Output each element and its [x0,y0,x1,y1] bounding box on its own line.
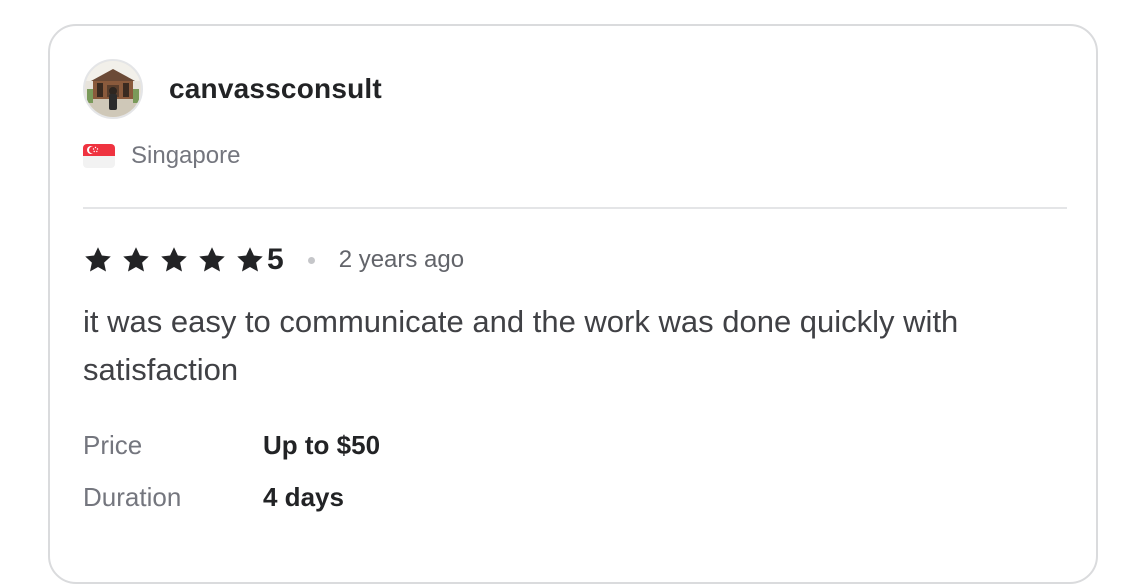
star-icon [237,247,263,272]
rating-row: 5 2 years ago [83,240,464,280]
reviewer-username[interactable]: canvassconsult [169,73,382,105]
price-label: Price [83,430,143,460]
rating-value: 5 [267,243,284,276]
duration-row: Duration 4 days [83,482,344,513]
duration-label: Duration [83,482,182,512]
separator-dot [307,256,315,264]
star-icon [85,247,111,272]
reviewer-country: Singapore [83,142,240,170]
review-card: canvassconsult Singapore 5 2 years ago i… [48,24,1098,584]
singapore-flag-icon [83,144,115,168]
country-name: Singapore [131,142,241,169]
star-icon [161,247,187,272]
star-icon [199,247,225,272]
star-icon [123,247,149,272]
avatar-photo [85,61,141,117]
price-row: Price Up to $50 [83,430,380,461]
review-time: 2 years ago [338,246,465,273]
star-rating [83,245,267,275]
divider [83,207,1067,209]
review-text: it was easy to communicate and the work … [83,304,959,387]
duration-value: 4 days [263,482,344,512]
price-value: Up to $50 [263,430,381,460]
reviewer-avatar[interactable] [83,59,143,119]
reviewer-header: canvassconsult [83,59,382,119]
